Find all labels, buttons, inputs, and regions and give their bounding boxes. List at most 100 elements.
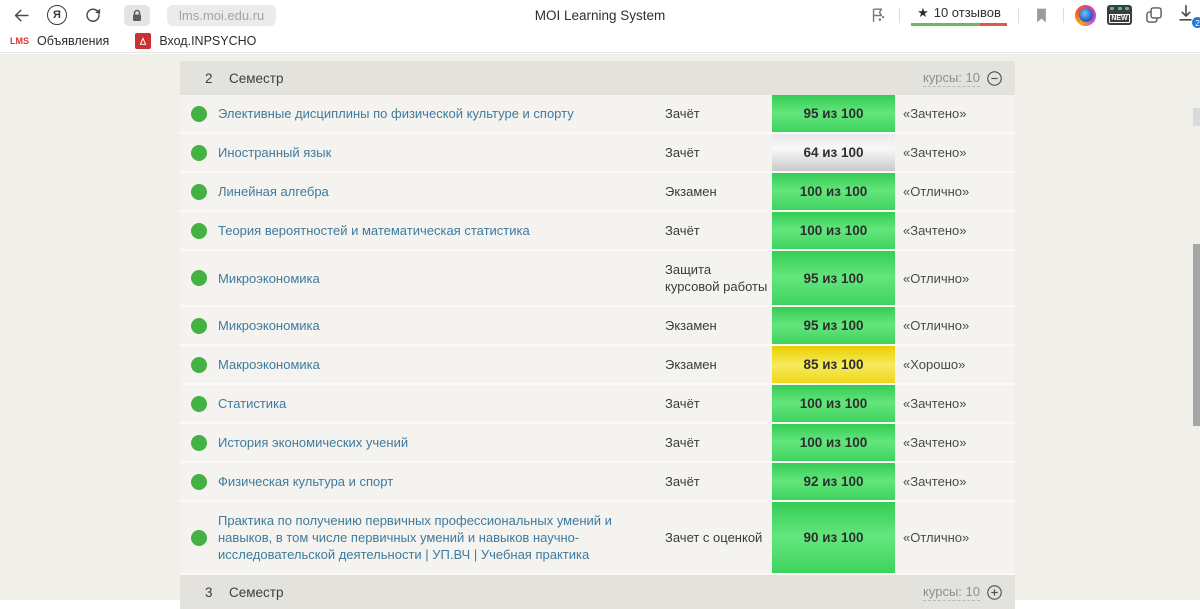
assessment-type: Защита курсовой работы	[665, 262, 768, 294]
course-link[interactable]: Линейная алгебра	[218, 183, 329, 200]
star-icon: ★	[917, 4, 929, 20]
grade-text: «Зачтено»	[903, 223, 967, 238]
assessment-type: Зачёт	[665, 435, 700, 450]
bookmark-icon	[1036, 8, 1046, 22]
extension-video-new-icon[interactable]: NEW	[1107, 5, 1132, 25]
course-link[interactable]: Микроэкономика	[218, 270, 320, 287]
grade-text: «Зачтено»	[903, 435, 967, 450]
course-name-cell: Микроэкономика	[218, 251, 665, 305]
toolbar-separator	[1063, 7, 1064, 23]
tabs-icon	[1146, 7, 1162, 23]
course-table: Элективные дисциплины по физической куль…	[180, 95, 1015, 575]
semester-number: 3	[205, 584, 213, 600]
bookmark-item-inpsycho[interactable]: Вход.INPSYCHO	[135, 33, 256, 49]
yandex-menu-button[interactable]: Я	[46, 4, 68, 26]
status-dot-icon	[191, 356, 207, 373]
course-row: История экономических учений Зачёт 100 и…	[180, 424, 1015, 463]
protect-icon[interactable]	[866, 4, 888, 26]
course-link[interactable]: Практика по получению первичных професси…	[218, 512, 640, 563]
status-dot-icon	[191, 270, 207, 286]
status-cell	[180, 251, 218, 305]
assessment-type: Зачёт	[665, 474, 700, 489]
assessment-type: Экзамен	[665, 184, 717, 199]
reviews-rating-bar	[911, 22, 1007, 26]
semester-grades-panel: 2 Семестр курсы: 10 Элективные дисциплин…	[180, 61, 1015, 609]
score-badge: 100 из 100	[772, 424, 895, 461]
course-row: Линейная алгебра Экзамен 100 из 100 «Отл…	[180, 173, 1015, 212]
collapse-section-icon[interactable]	[986, 70, 1003, 87]
score-badge: 95 из 100	[772, 307, 895, 344]
downloads-count-badge: 2	[1191, 16, 1200, 29]
course-row: Практика по получению первичных професси…	[180, 502, 1015, 575]
grade-text: «Зачтено»	[903, 145, 967, 160]
assessment-type: Экзамен	[665, 357, 717, 372]
score-badge: 85 из 100	[772, 346, 895, 383]
status-dot-icon	[191, 473, 207, 490]
status-cell	[180, 95, 218, 132]
status-cell	[180, 173, 218, 210]
status-dot-icon	[191, 222, 207, 239]
scrollbar-top-segment[interactable]	[1193, 108, 1200, 126]
expand-section-icon[interactable]	[986, 584, 1003, 601]
course-link[interactable]: Теория вероятностей и математическая ста…	[218, 222, 530, 239]
course-link[interactable]: Статистика	[218, 395, 286, 412]
scrollbar-thumb[interactable]	[1193, 244, 1200, 426]
bookmark-item-announcements[interactable]: LMS Объявления	[10, 34, 109, 48]
course-row: Статистика Зачёт 100 из 100 «Зачтено»	[180, 385, 1015, 424]
lms-favicon-icon: LMS	[10, 36, 29, 46]
assessment-type: Экзамен	[665, 318, 717, 333]
status-dot-icon	[191, 144, 207, 161]
semester-title: Семестр	[229, 584, 284, 600]
score-badge: 90 из 100	[772, 502, 895, 573]
semester-title: Семестр	[229, 70, 284, 86]
tabs-button[interactable]	[1143, 4, 1165, 26]
status-dot-icon	[191, 183, 207, 200]
grade-text: «Зачтено»	[903, 106, 967, 121]
status-cell	[180, 212, 218, 249]
course-name-cell: Элективные дисциплины по физической куль…	[218, 95, 665, 132]
semester-header-3: 3 Семестр курсы: 10	[180, 575, 1015, 609]
course-link[interactable]: История экономических учений	[218, 434, 408, 451]
course-link[interactable]: Микроэкономика	[218, 317, 320, 334]
courses-count-link[interactable]: курсы: 10	[923, 584, 980, 601]
course-row: Элективные дисциплины по физической куль…	[180, 95, 1015, 134]
course-name-cell: Иностранный язык	[218, 134, 665, 171]
course-row: Иностранный язык Зачёт 64 из 100 «Зачтен…	[180, 134, 1015, 173]
status-cell	[180, 463, 218, 500]
course-name-cell: Макроэкономика	[218, 346, 665, 383]
score-badge: 100 из 100	[772, 385, 895, 422]
lock-icon	[133, 9, 141, 21]
course-name-cell: Теория вероятностей и математическая ста…	[218, 212, 665, 249]
downloads-button[interactable]: 2	[1176, 3, 1200, 29]
course-link[interactable]: Физическая культура и спорт	[218, 473, 393, 490]
status-dot-icon	[191, 529, 207, 546]
grade-text: «Хорошо»	[903, 357, 966, 372]
status-dot-icon	[191, 434, 207, 451]
yandex-logo-icon: Я	[47, 5, 67, 25]
inpsycho-favicon-icon	[135, 33, 152, 49]
courses-count-link[interactable]: курсы: 10	[923, 70, 980, 87]
refresh-button[interactable]	[82, 4, 104, 26]
back-button[interactable]	[10, 4, 32, 26]
course-link[interactable]: Элективные дисциплины по физической куль…	[218, 105, 574, 122]
course-link[interactable]: Макроэкономика	[218, 356, 320, 373]
course-name-cell: Практика по получению первичных професси…	[218, 502, 665, 573]
toolbar-separator	[899, 7, 900, 23]
assessment-type: Зачёт	[665, 396, 700, 411]
course-row: Микроэкономика Экзамен 95 из 100 «Отличн…	[180, 307, 1015, 346]
status-cell	[180, 346, 218, 383]
address-bar[interactable]: lms.moi.edu.ru	[167, 4, 277, 26]
new-badge: NEW	[1109, 14, 1130, 23]
ssl-lock-button[interactable]	[124, 4, 150, 26]
score-badge: 95 из 100	[772, 251, 895, 305]
course-name-cell: Линейная алгебра	[218, 173, 665, 210]
bookmark-flag-button[interactable]	[1030, 4, 1052, 26]
extension-color-sphere-icon[interactable]	[1075, 4, 1096, 26]
course-row: Макроэкономика Экзамен 85 из 100 «Хорошо…	[180, 346, 1015, 385]
course-row: Теория вероятностей и математическая ста…	[180, 212, 1015, 251]
grade-text: «Отлично»	[903, 318, 970, 333]
course-link[interactable]: Иностранный язык	[218, 144, 331, 161]
course-name-cell: Физическая культура и спорт	[218, 463, 665, 500]
site-reviews-button[interactable]: ★ 10 отзывов	[911, 5, 1007, 26]
status-cell	[180, 307, 218, 344]
